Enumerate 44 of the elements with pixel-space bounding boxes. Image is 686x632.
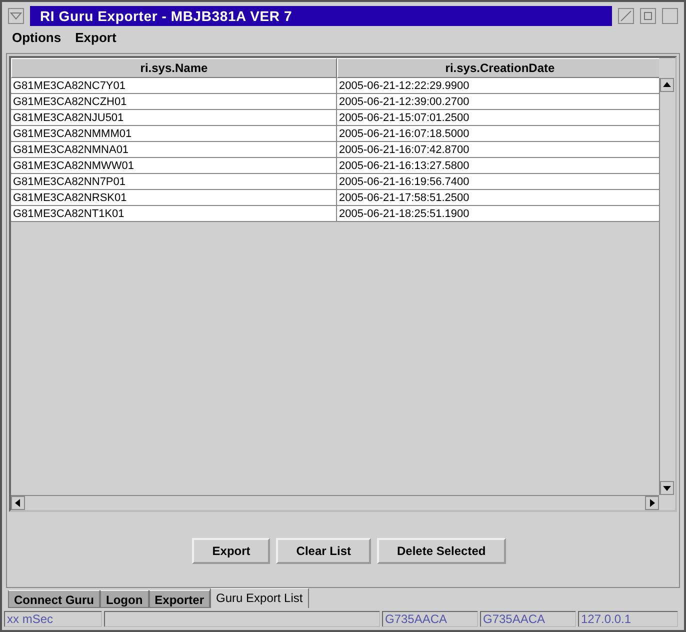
status-field: G735AACA [382, 611, 478, 627]
column-header[interactable]: ri.sys.Name [11, 58, 337, 78]
minimize-icon[interactable] [618, 8, 634, 24]
maximize-icon[interactable] [662, 8, 678, 24]
scroll-left-icon[interactable] [11, 496, 25, 510]
tab[interactable]: Guru Export List [210, 588, 309, 608]
table-cell: G81ME3CA82NMMM01 [11, 126, 337, 142]
action-button[interactable]: Clear List [276, 538, 371, 564]
table-cell: G81ME3CA82NJU501 [11, 110, 337, 126]
table-cell: 2005-06-21-12:39:00.2700 [337, 94, 659, 110]
action-button[interactable]: Export [192, 538, 270, 564]
tab[interactable]: Exporter [148, 590, 210, 608]
table-cell: G81ME3CA82NMWW01 [11, 158, 337, 174]
horizontal-scrollbar[interactable] [11, 495, 659, 510]
action-button[interactable]: Delete Selected [376, 538, 506, 564]
status-field: xx mSec [4, 611, 102, 627]
table-cell: 2005-06-21-16:19:56.7400 [337, 174, 659, 190]
window-title: RI Guru Exporter - MBJB381A VER 7 [30, 6, 612, 26]
table-cell: G81ME3CA82NRSK01 [11, 190, 337, 206]
table-cell: G81ME3CA82NN7P01 [11, 174, 337, 190]
table-cell: 2005-06-21-16:07:18.5000 [337, 126, 659, 142]
scroll-up-icon[interactable] [660, 78, 674, 92]
scroll-right-icon[interactable] [645, 496, 659, 510]
table-cell: 2005-06-21-17:58:51.2500 [337, 190, 659, 206]
table-cell: G81ME3CA82NC7Y01 [11, 78, 337, 94]
table-cell: 2005-06-21-15:07:01.2500 [337, 110, 659, 126]
table-cell: G81ME3CA82NMNA01 [11, 142, 337, 158]
restore-icon[interactable] [640, 8, 656, 24]
tab[interactable]: Logon [100, 590, 149, 608]
menu-item[interactable]: Options [12, 30, 62, 45]
table-cell: 2005-06-21-12:22:29.9900 [337, 78, 659, 94]
table-cell: G81ME3CA82NCZH01 [11, 94, 337, 110]
vertical-scrollbar[interactable] [659, 78, 675, 495]
table-cell: G81ME3CA82NT1K01 [11, 206, 337, 222]
menu-item[interactable]: Export [75, 30, 116, 45]
table-cell: 2005-06-21-16:07:42.8700 [337, 142, 659, 158]
window-menu-icon[interactable] [8, 8, 24, 24]
tab[interactable]: Connect Guru [8, 590, 100, 608]
table-cell: 2005-06-21-16:13:27.5800 [337, 158, 659, 174]
status-field: G735AACA [480, 611, 576, 627]
scroll-down-icon[interactable] [660, 481, 674, 495]
status-field: 127.0.0.1 [578, 611, 678, 627]
column-header[interactable]: ri.sys.CreationDate [337, 58, 659, 78]
table-cell: 2005-06-21-18:25:51.1900 [337, 206, 659, 222]
